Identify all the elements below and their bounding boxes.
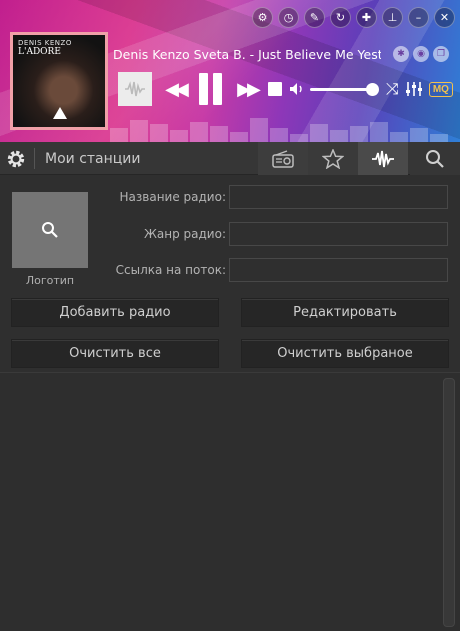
volume-slider[interactable] [310,82,379,96]
star-icon [322,148,344,169]
track-title: Denis Kenzo Sveta B. - Just Believe Me Y… [113,47,381,62]
refresh-icon[interactable]: ↻ [330,7,351,28]
share-icon[interactable]: ✱ [393,46,409,62]
genre-label: Жанр радио: [143,227,226,241]
gear-icon[interactable] [6,149,26,169]
player-header: ⚙ ◷ ✎ ↻ ✚ ⊥ – ✕ DENIS KENZO L'ADORE Deni… [0,0,460,142]
waveform-button[interactable] [118,72,152,106]
player-controls: ◀◀ ▶▶ ⤨ MQ [118,72,454,106]
clear-all-button[interactable]: Очистить все [11,339,219,368]
timer-icon[interactable]: ◷ [278,7,299,28]
tab-search[interactable] [410,142,460,175]
edit-button[interactable]: Редактировать [241,298,449,327]
cover-artist-text: DENIS KENZO [18,39,72,47]
tab-my-stations[interactable] [358,142,408,175]
radio-icon [272,149,294,168]
spectrum-background [110,102,460,142]
waveform-icon [372,150,394,167]
previous-icon[interactable]: ◀◀ [160,79,190,100]
quality-badge[interactable]: MQ [428,81,453,97]
genre-field[interactable] [229,222,448,246]
tab-radio[interactable] [258,142,308,175]
search-icon [426,149,444,168]
tab-favorites[interactable] [308,142,358,175]
volume-icon[interactable] [288,82,306,96]
equalizer-icon[interactable] [405,81,423,97]
shuffle-icon[interactable]: ⤨ [386,79,399,99]
minimize-icon[interactable]: – [408,7,429,28]
cover-logo-icon [53,107,67,119]
skin-icon[interactable]: ✎ [304,7,325,28]
page-title: Мои станции [45,151,141,167]
pin-icon[interactable]: ⊥ [382,7,403,28]
close-icon[interactable]: ✕ [434,7,455,28]
toolbar-divider [34,148,35,169]
tools-icon[interactable]: ✚ [356,7,377,28]
album-cover[interactable]: DENIS KENZO L'ADORE [10,32,108,130]
next-icon[interactable]: ▶▶ [232,79,262,100]
stations-list[interactable] [0,372,460,631]
clear-selected-button[interactable]: Очистить выбраное [241,339,449,368]
name-field[interactable] [229,185,448,209]
logo-caption: Логотип [25,274,75,287]
stop-icon[interactable] [268,82,282,96]
window-controls: ⚙ ◷ ✎ ↻ ✚ ⊥ – ✕ [252,7,455,28]
volume-knob[interactable] [365,82,379,96]
chrome-icon[interactable]: ◉ [413,46,429,62]
track-actions: ✱ ◉ ❐ [393,46,449,62]
waveform-icon [125,81,145,97]
stations-toolbar: Мои станции [0,142,460,175]
pause-icon[interactable] [196,72,224,106]
search-icon [42,222,58,238]
url-label: Ссылка на поток: [115,263,226,277]
name-label: Название радио: [119,190,226,204]
cover-album-text: L'ADORE [18,47,61,57]
copy-icon[interactable]: ❐ [433,46,449,62]
add-radio-button[interactable]: Добавить радио [11,298,219,327]
scrollbar[interactable] [443,378,455,627]
logo-upload[interactable] [12,192,88,268]
settings-icon[interactable]: ⚙ [252,7,273,28]
url-field[interactable] [229,258,448,282]
